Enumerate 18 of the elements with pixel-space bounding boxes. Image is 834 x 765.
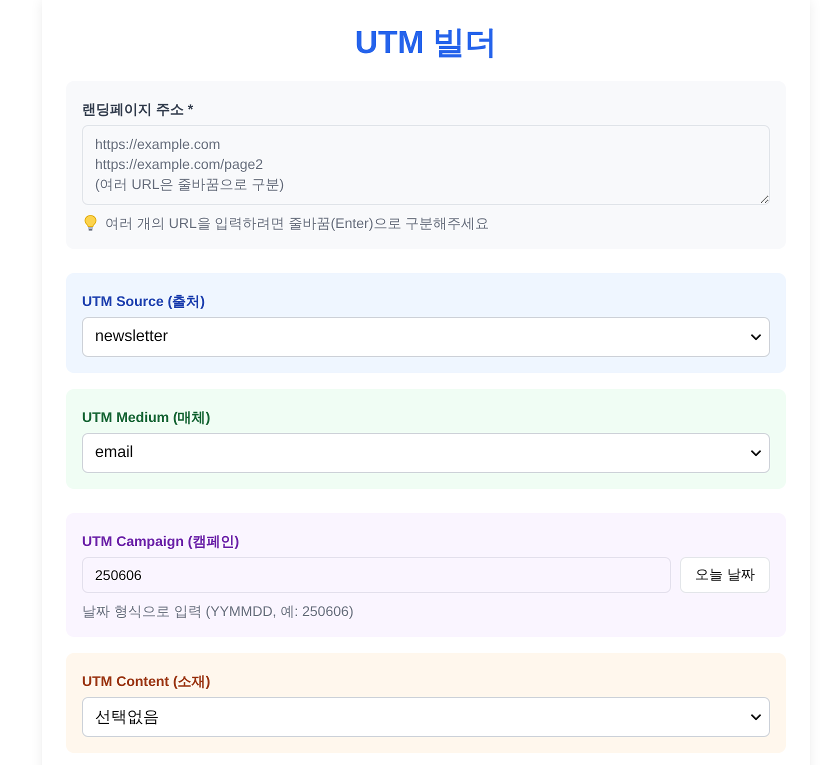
chevron-down-icon: [751, 714, 761, 720]
field-label: UTM Content (소재): [82, 672, 212, 691]
chevron-down-icon: [751, 450, 761, 456]
url-textarea[interactable]: https://example.com https://example.com/page2 (여러 URL은 줄바꿈으로 구분): [82, 125, 770, 205]
format-hint: 날짜 형식으로 입력 (YYMMDD, 예: 250606): [82, 602, 354, 621]
field-label: UTM Source (출처): [82, 292, 206, 311]
dropdown-select[interactable]: 선택없음: [82, 697, 770, 737]
field-label: UTM Campaign (캠페인): [82, 532, 240, 551]
today-date-button[interactable]: 오늘 날짜: [680, 557, 770, 593]
dropdown-select[interactable]: newsletter: [82, 317, 770, 357]
light-bulb-icon: [84, 215, 97, 231]
field-label: UTM Medium (매체): [82, 408, 212, 427]
dropdown-select[interactable]: email: [82, 433, 770, 473]
chevron-down-icon: [751, 334, 761, 340]
field-label: 랜딩페이지 주소 *: [82, 100, 194, 119]
url-hint: 여러 개의 URL을 입력하려면 줄바꿈(Enter)으로 구분해주세요: [105, 214, 490, 233]
campaign-input[interactable]: 250606: [82, 557, 672, 593]
page-title: UTM 빌더: [354, 23, 498, 62]
